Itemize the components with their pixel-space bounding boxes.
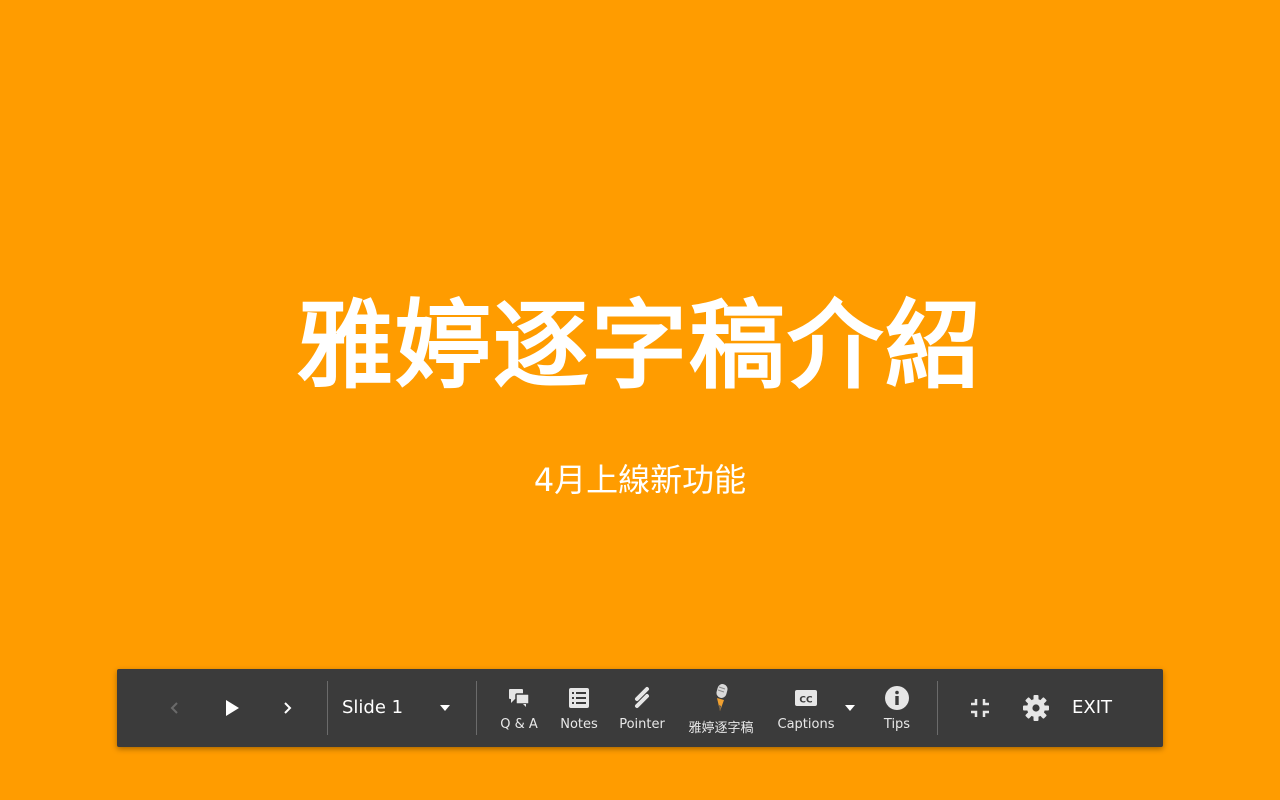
slide-subtitle: 4月上線新功能 (533, 461, 747, 499)
tips-label: Tips (883, 717, 911, 732)
settings-button[interactable] (1020, 692, 1052, 724)
exit-button[interactable]: EXIT (1072, 691, 1112, 725)
notes-label: Notes (560, 717, 598, 732)
qa-chat-icon (509, 689, 530, 707)
next-slide-button[interactable] (273, 694, 301, 722)
toolbar-divider (476, 681, 477, 735)
slide-title: 雅婷逐字稿介紹 (297, 290, 983, 402)
toolbar-divider (937, 681, 938, 735)
yating-transcript-button[interactable]: 雅婷逐字稿 (685, 683, 757, 736)
tips-button[interactable]: Tips (879, 683, 915, 735)
presenter-toolbar: Slide 1 Q & A Notes Pointer 雅婷逐字稿 CC Cap… (117, 669, 1163, 747)
previous-slide-button[interactable] (161, 694, 189, 722)
chevron-left-icon (170, 702, 178, 714)
qa-label: Q & A (500, 717, 538, 732)
gear-icon (1023, 695, 1049, 721)
exit-fullscreen-button[interactable] (966, 694, 994, 722)
info-icon (885, 686, 909, 710)
dropdown-arrow-icon (440, 705, 450, 711)
microphone-pen-icon (716, 684, 728, 711)
svg-text:CC: CC (799, 696, 813, 706)
notes-icon (569, 688, 589, 708)
pointer-label: Pointer (619, 717, 665, 732)
captions-dropdown[interactable] (841, 697, 859, 719)
pointer-button[interactable]: Pointer (617, 683, 667, 735)
qa-button[interactable]: Q & A (499, 683, 539, 735)
toolbar-divider (327, 681, 328, 735)
cc-icon: CC (795, 690, 817, 706)
notes-button[interactable]: Notes (558, 683, 600, 735)
dropdown-arrow-icon (845, 705, 855, 711)
slide-selector[interactable]: Slide 1 (342, 691, 403, 725)
yating-transcript-label: 雅婷逐字稿 (688, 721, 754, 736)
chevron-right-icon (284, 702, 292, 714)
slide-selector-dropdown[interactable] (435, 697, 455, 719)
slide-selector-value: Slide 1 (342, 697, 404, 718)
play-button[interactable] (217, 694, 247, 722)
captions-label: Captions (777, 717, 835, 732)
captions-button[interactable]: CC Captions (777, 683, 835, 735)
play-icon (226, 700, 239, 716)
exit-fullscreen-icon (971, 699, 989, 717)
laser-pointer-icon (635, 687, 649, 708)
